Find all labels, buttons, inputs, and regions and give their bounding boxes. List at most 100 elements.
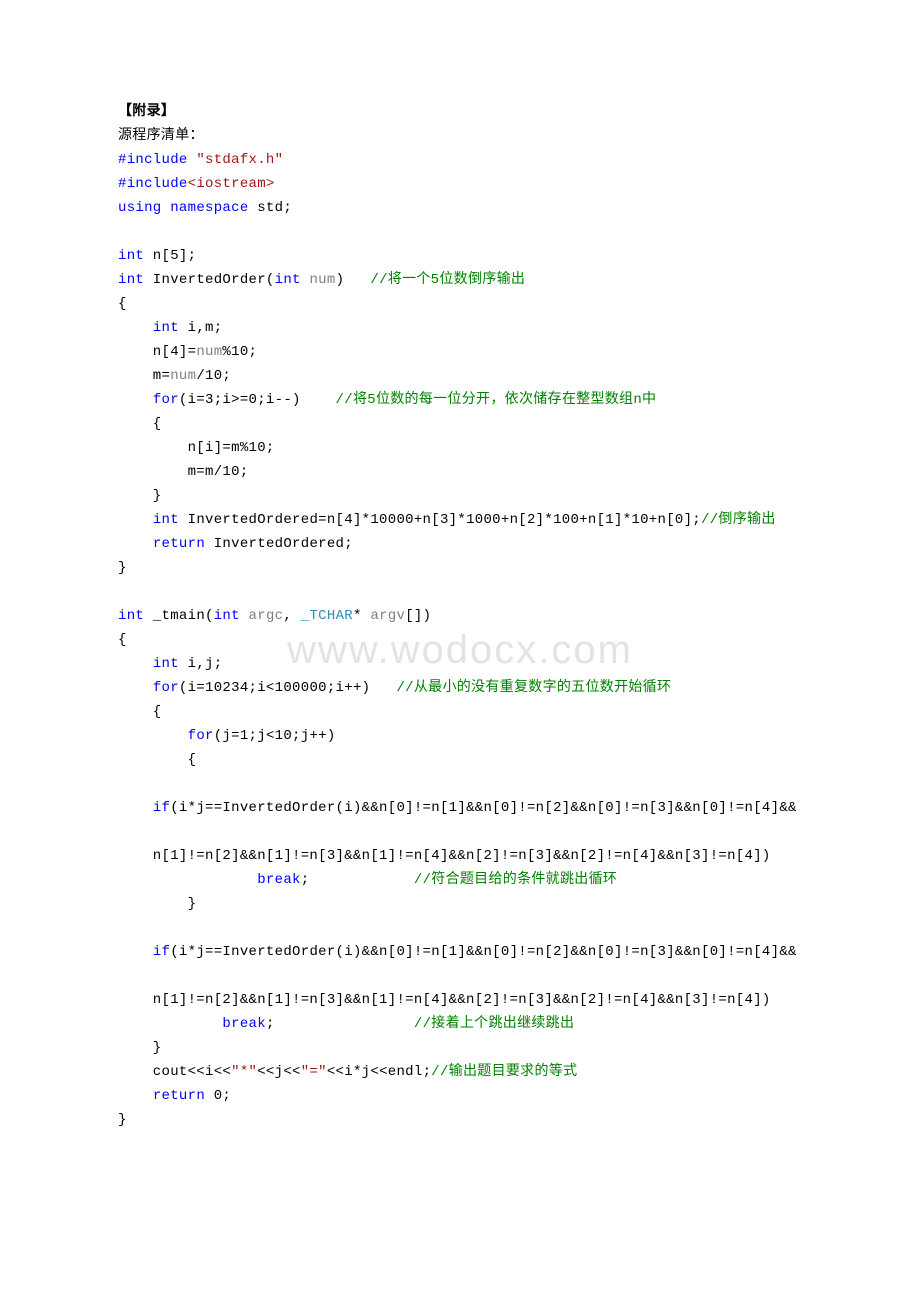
code-token: ;: [301, 872, 414, 888]
code-token: (j=1;j<10;j++): [214, 728, 336, 744]
code-token: m=: [118, 368, 170, 384]
code-token: //将5位数的每一位分开，依次储存在整型数组n中: [336, 392, 657, 408]
code-token: [118, 1016, 222, 1032]
code-token: <<i*j<<endl;: [327, 1064, 431, 1080]
code-token: [118, 320, 153, 336]
code-line: using namespace std;: [118, 196, 802, 220]
code-line: }: [118, 1108, 802, 1132]
code-token: [240, 608, 249, 624]
code-token: cout<<i<<: [118, 1064, 231, 1080]
code-token: //将一个5位数倒序输出: [370, 272, 525, 288]
code-token: return: [153, 536, 205, 552]
code-token: InvertedOrdered;: [205, 536, 353, 552]
code-token: [118, 512, 153, 528]
code-line: {: [118, 292, 802, 316]
code-token: i,j;: [179, 656, 223, 672]
code-token: %10;: [222, 344, 257, 360]
code-token: }: [118, 1112, 127, 1128]
code-token: "=": [301, 1064, 327, 1080]
code-token: int: [153, 512, 179, 528]
code-line: int InvertedOrder(int num) //将一个5位数倒序输出: [118, 268, 802, 292]
code-line: }: [118, 892, 802, 916]
code-token: [118, 656, 153, 672]
code-token: 0;: [205, 1088, 231, 1104]
code-line: m=num/10;: [118, 364, 802, 388]
code-line: }: [118, 556, 802, 580]
code-line: #include "stdafx.h": [118, 148, 802, 172]
code-token: }: [118, 1040, 162, 1056]
code-token: _TCHAR: [301, 608, 353, 624]
code-token: <iostream>: [188, 176, 275, 192]
code-token: [118, 944, 153, 960]
appendix-title: 【附录】: [118, 100, 802, 124]
code-token: ,: [283, 608, 300, 624]
code-token: int: [153, 656, 179, 672]
code-line: [118, 964, 802, 988]
code-token: num: [309, 272, 335, 288]
code-token: (i=10234;i<100000;i++): [179, 680, 397, 696]
code-listing: #include "stdafx.h"#include<iostream>usi…: [118, 148, 802, 1132]
code-token: ): [336, 272, 371, 288]
code-line: }: [118, 484, 802, 508]
code-token: if: [153, 944, 170, 960]
code-line: return InvertedOrdered;: [118, 532, 802, 556]
code-line: {: [118, 700, 802, 724]
code-token: [118, 872, 257, 888]
code-line: for(j=1;j<10;j++): [118, 724, 802, 748]
code-token: n[4]=: [118, 344, 196, 360]
code-token: [118, 680, 153, 696]
code-token: InvertedOrder(: [144, 272, 275, 288]
code-line: int i,j;: [118, 652, 802, 676]
code-token: (i*j==InvertedOrder(i)&&n[0]!=n[1]&&n[0]…: [170, 944, 797, 960]
code-token: break: [257, 872, 301, 888]
code-line: n[i]=m%10;: [118, 436, 802, 460]
code-token: int: [214, 608, 240, 624]
document-page: www.wodocx.com 【附录】 源程序清单： #include "std…: [0, 0, 920, 1192]
code-line: break; //接着上个跳出继续跳出: [118, 1012, 802, 1036]
code-token: [118, 800, 153, 816]
code-token: return: [153, 1088, 205, 1104]
code-token: //从最小的没有重复数字的五位数开始循环: [396, 680, 671, 696]
document-content: 【附录】 源程序清单： #include "stdafx.h"#include<…: [118, 100, 802, 1132]
code-token: for: [153, 680, 179, 696]
code-token: []): [405, 608, 431, 624]
code-line: int n[5];: [118, 244, 802, 268]
code-token: int: [153, 320, 179, 336]
code-token: /10;: [196, 368, 231, 384]
code-line: [118, 772, 802, 796]
code-line: }: [118, 1036, 802, 1060]
code-line: m=m/10;: [118, 460, 802, 484]
code-line: [118, 220, 802, 244]
code-token: //倒序输出: [701, 512, 776, 528]
code-token: {: [118, 296, 127, 312]
code-line: #include<iostream>: [118, 172, 802, 196]
code-token: int: [118, 248, 144, 264]
code-token: i,m;: [179, 320, 223, 336]
code-line: int _tmain(int argc, _TCHAR* argv[]): [118, 604, 802, 628]
code-line: break; //符合题目给的条件就跳出循环: [118, 868, 802, 892]
code-token: [118, 1088, 153, 1104]
code-token: "stdafx.h": [196, 152, 283, 168]
code-token: <<j<<: [257, 1064, 301, 1080]
code-line: return 0;: [118, 1084, 802, 1108]
code-line: cout<<i<<"*"<<j<<"="<<i*j<<endl;//输出题目要求…: [118, 1060, 802, 1084]
code-line: [118, 580, 802, 604]
code-token: (i=3;i>=0;i--): [179, 392, 336, 408]
code-line: [118, 820, 802, 844]
code-token: n[5];: [144, 248, 196, 264]
code-token: {: [118, 752, 196, 768]
code-token: (i*j==InvertedOrder(i)&&n[0]!=n[1]&&n[0]…: [170, 800, 797, 816]
code-token: //符合题目给的条件就跳出循环: [414, 872, 617, 888]
code-token: using: [118, 200, 170, 216]
code-token: if: [153, 800, 170, 816]
code-token: {: [118, 416, 162, 432]
code-token: num: [196, 344, 222, 360]
code-token: n[i]=m%10;: [118, 440, 275, 456]
code-token: #include: [118, 176, 188, 192]
code-token: break: [222, 1016, 266, 1032]
code-token: _tmain(: [144, 608, 214, 624]
code-line: n[1]!=n[2]&&n[1]!=n[3]&&n[1]!=n[4]&&n[2]…: [118, 844, 802, 868]
code-token: //接着上个跳出继续跳出: [414, 1016, 574, 1032]
code-token: int: [118, 608, 144, 624]
code-token: m=m/10;: [118, 464, 249, 480]
